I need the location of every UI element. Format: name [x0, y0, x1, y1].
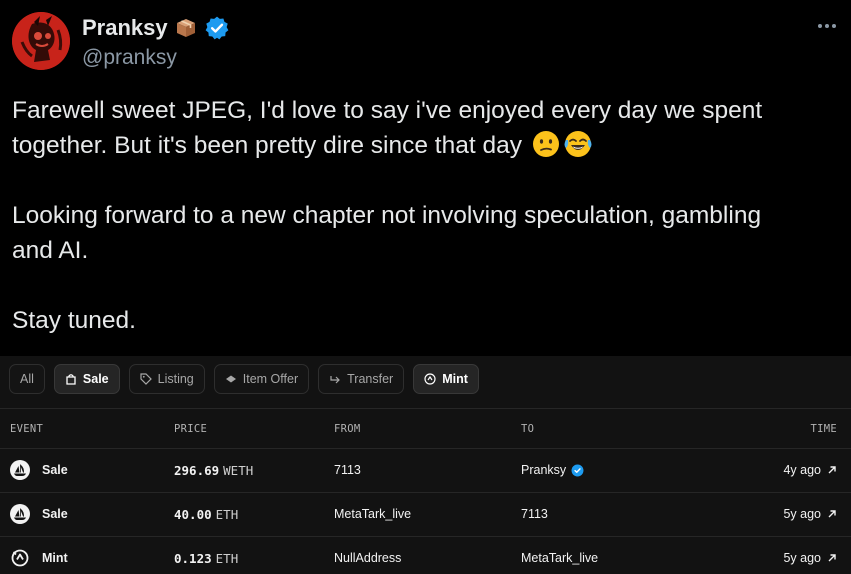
time-value: 5y ago	[783, 507, 821, 521]
header-event[interactable]: EVENT	[10, 423, 43, 435]
more-options-icon[interactable]	[813, 14, 841, 38]
box-emoji-icon	[174, 16, 198, 40]
tag-icon	[140, 373, 152, 385]
tears-of-joy-emoji	[563, 129, 593, 159]
from-cell[interactable]: NullAddress	[334, 551, 401, 565]
time-cell[interactable]: 5y ago	[783, 551, 837, 565]
event-label: Sale	[42, 463, 68, 477]
avatar[interactable]	[12, 12, 70, 70]
table-row[interactable]: Mint 0.123 ETH NullAddress MetaTark_live …	[0, 537, 851, 574]
price-value: 0.123	[174, 551, 212, 566]
time-cell[interactable]: 4y ago	[783, 463, 837, 477]
filter-label: Sale	[82, 372, 109, 386]
time-value: 4y ago	[783, 463, 821, 477]
tweet-text: Farewell sweet JPEG, I'd love to say i'v…	[12, 93, 842, 338]
activity-table: EVENT PRICE FROM TO TIME Sale 296.69 WETH…	[0, 408, 851, 574]
table-header: EVENT PRICE FROM TO TIME	[0, 408, 851, 449]
tweet-line: Stay tuned.	[12, 307, 136, 334]
header-to[interactable]: TO	[521, 423, 534, 435]
mint-icon	[11, 549, 29, 567]
price-currency: ETH	[215, 551, 239, 566]
mint-icon	[424, 373, 436, 385]
header-time[interactable]: TIME	[811, 423, 838, 435]
filter-label: Mint	[442, 372, 468, 386]
price-cell: 0.123 ETH	[174, 551, 238, 566]
tweet-line-text: together. But it's been pretty dire sinc…	[12, 132, 522, 159]
to-cell[interactable]: Pranksy	[521, 463, 584, 477]
handle[interactable]: @pranksy	[82, 46, 177, 70]
header-from[interactable]: FROM	[334, 423, 361, 435]
opensea-sale-icon	[10, 460, 30, 480]
external-link-arrow-icon	[828, 510, 836, 518]
filter-listing[interactable]: Listing	[128, 364, 205, 394]
table-row[interactable]: Sale 296.69 WETH 7113 Pranksy 4y ago	[0, 449, 851, 493]
price-currency: WETH	[223, 463, 254, 478]
to-address[interactable]: 7113	[521, 507, 548, 521]
external-link-arrow-icon	[828, 466, 836, 474]
external-link-arrow-icon	[828, 554, 836, 562]
price-cell: 40.00 ETH	[174, 507, 238, 522]
filter-sale[interactable]: Sale	[53, 364, 120, 394]
offer-icon	[225, 375, 236, 383]
tweet-line: and AI.	[12, 237, 89, 264]
price-currency: ETH	[215, 507, 239, 522]
author-name-row: Pranksy	[82, 15, 230, 41]
event-cell: Sale	[10, 460, 68, 480]
opensea-sale-icon	[10, 504, 30, 524]
to-cell[interactable]: MetaTark_live	[521, 551, 598, 565]
activity-panel: All Sale Listing Item Offer Transfer Min…	[0, 356, 851, 574]
event-filters: All Sale Listing Item Offer Transfer Min…	[9, 364, 479, 394]
to-cell[interactable]: 7113	[521, 507, 548, 521]
price-value: 40.00	[174, 507, 212, 522]
header-price[interactable]: PRICE	[174, 423, 207, 435]
tweet: Pranksy @pranksy Farewell sweet JPEG, I'…	[0, 0, 851, 356]
event-label: Sale	[42, 507, 68, 521]
event-cell: Mint	[10, 548, 68, 568]
from-cell[interactable]: 7113	[334, 463, 361, 477]
confused-face-emoji	[531, 129, 561, 159]
tweet-line: Looking forward to a new chapter not inv…	[12, 202, 762, 229]
filter-mint[interactable]: Mint	[413, 364, 479, 394]
tweet-line: together. But it's been pretty dire sinc…	[12, 128, 842, 163]
event-cell: Sale	[10, 504, 68, 524]
verified-badge-icon	[571, 464, 584, 476]
table-row[interactable]: Sale 40.00 ETH MetaTark_live 7113 5y ago	[0, 493, 851, 537]
price-value: 296.69	[174, 463, 220, 478]
filter-label: Listing	[157, 372, 194, 386]
filter-transfer[interactable]: Transfer	[318, 364, 405, 394]
filter-label: Item Offer	[242, 372, 299, 386]
event-label: Mint	[42, 551, 68, 565]
time-cell[interactable]: 5y ago	[783, 507, 837, 521]
to-address[interactable]: Pranksy	[521, 463, 566, 477]
filter-label: All	[20, 372, 34, 386]
transfer-arrow-icon	[330, 376, 340, 384]
filter-item-offer[interactable]: Item Offer	[213, 364, 310, 394]
to-address[interactable]: MetaTark_live	[521, 551, 598, 565]
display-name[interactable]: Pranksy	[82, 15, 168, 41]
bag-icon	[66, 374, 76, 385]
verified-badge-icon	[204, 15, 230, 41]
tweet-line: Farewell sweet JPEG, I'd love to say i'v…	[12, 97, 763, 124]
time-value: 5y ago	[783, 551, 821, 565]
filter-all[interactable]: All	[9, 364, 45, 394]
filter-label: Transfer	[347, 372, 394, 386]
price-cell: 296.69 WETH	[174, 463, 253, 478]
from-cell[interactable]: MetaTark_live	[334, 507, 411, 521]
